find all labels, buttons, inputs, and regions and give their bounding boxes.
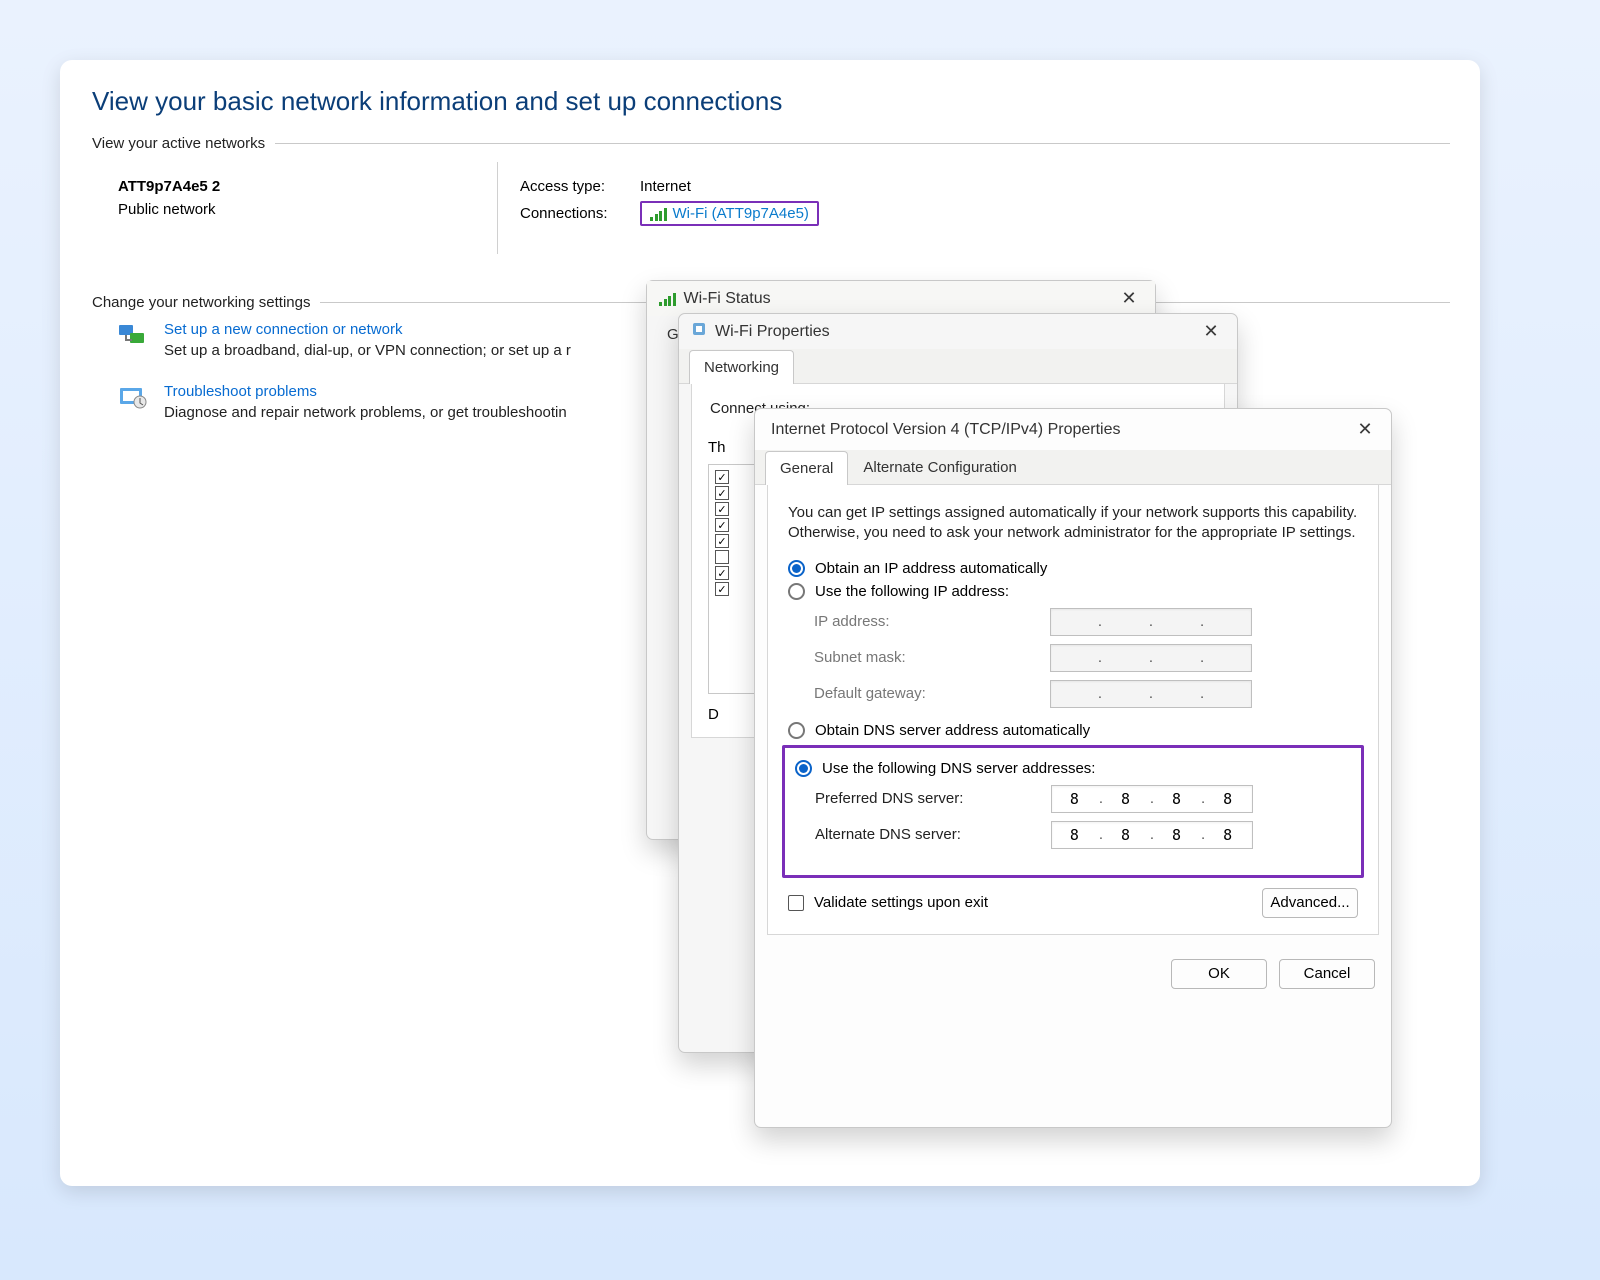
alternate-dns-label: Alternate DNS server: bbox=[815, 826, 1035, 843]
section-change-label: Change your networking settings bbox=[92, 294, 310, 311]
radio-ip-auto[interactable]: Obtain an IP address automatically bbox=[788, 560, 1358, 577]
network-setup-icon bbox=[116, 321, 150, 349]
page-title: View your basic network information and … bbox=[92, 86, 1450, 117]
active-network-left: ATT9p7A4e5 2 Public network bbox=[118, 162, 498, 254]
network-profile: Public network bbox=[118, 201, 497, 218]
radio-icon bbox=[788, 560, 805, 577]
access-type-label: Access type: bbox=[520, 178, 630, 195]
tab-networking[interactable]: Networking bbox=[689, 350, 794, 384]
radio-dns-auto[interactable]: Obtain DNS server address automatically bbox=[788, 722, 1358, 739]
option-troubleshoot-title: Troubleshoot problems bbox=[164, 383, 567, 400]
wifi-signal-icon bbox=[650, 207, 667, 221]
close-icon[interactable]: ✕ bbox=[1345, 419, 1385, 440]
wifi-properties-tabs: Networking bbox=[679, 349, 1237, 384]
radio-dns-manual[interactable]: Use the following DNS server addresses: bbox=[795, 760, 1351, 777]
default-gateway-input: ... bbox=[1050, 680, 1252, 708]
active-network-right: Access type: Internet Connections: Wi-Fi… bbox=[498, 162, 819, 254]
default-gateway-label: Default gateway: bbox=[814, 685, 1034, 702]
section-active-label: View your active networks bbox=[92, 135, 265, 152]
tab-alternate-configuration[interactable]: Alternate Configuration bbox=[848, 450, 1031, 484]
close-icon[interactable]: ✕ bbox=[1109, 288, 1149, 309]
radio-ip-manual-label: Use the following IP address: bbox=[815, 583, 1009, 600]
wifi-signal-icon bbox=[659, 292, 676, 306]
ipv4-properties-title: Internet Protocol Version 4 (TCP/IPv4) P… bbox=[771, 421, 1120, 439]
preferred-dns-input[interactable]: 8. 8. 8. 8 bbox=[1051, 785, 1253, 813]
radio-icon bbox=[795, 760, 812, 777]
troubleshoot-icon bbox=[116, 383, 150, 411]
option-setup-subtitle: Set up a broadband, dial-up, or VPN conn… bbox=[164, 342, 571, 359]
subnet-mask-input: ... bbox=[1050, 644, 1252, 672]
tab-general[interactable]: General bbox=[765, 451, 848, 485]
ok-button[interactable]: OK bbox=[1171, 959, 1267, 989]
ipv4-tabs: General Alternate Configuration bbox=[755, 450, 1391, 485]
radio-ip-manual[interactable]: Use the following IP address: bbox=[788, 583, 1358, 600]
advanced-button[interactable]: Advanced... bbox=[1262, 888, 1358, 918]
network-sharing-center: View your basic network information and … bbox=[60, 60, 1480, 1186]
divider bbox=[275, 143, 1450, 144]
radio-dns-auto-label: Obtain DNS server address automatically bbox=[815, 722, 1090, 739]
radio-ip-auto-label: Obtain an IP address automatically bbox=[815, 560, 1047, 577]
preferred-dns-label: Preferred DNS server: bbox=[815, 790, 1035, 807]
alternate-dns-input[interactable]: 8. 8. 8. 8 bbox=[1051, 821, 1253, 849]
radio-dns-manual-label: Use the following DNS server addresses: bbox=[822, 760, 1095, 777]
ipv4-help-text: You can get IP settings assigned automat… bbox=[788, 503, 1358, 544]
connection-highlight: Wi-Fi (ATT9p7A4e5) bbox=[640, 201, 819, 226]
network-name: ATT9p7A4e5 2 bbox=[118, 178, 497, 195]
connection-link[interactable]: Wi-Fi (ATT9p7A4e5) bbox=[673, 205, 809, 222]
wifi-status-title: Wi-Fi Status bbox=[684, 290, 771, 308]
dns-manual-group-highlight: Use the following DNS server addresses: … bbox=[782, 745, 1364, 878]
access-type-value: Internet bbox=[640, 178, 691, 195]
section-active-networks: View your active networks bbox=[92, 135, 1450, 152]
option-setup-title: Set up a new connection or network bbox=[164, 321, 571, 338]
option-troubleshoot-subtitle: Diagnose and repair network problems, or… bbox=[164, 404, 567, 421]
ip-address-input: ... bbox=[1050, 608, 1252, 636]
close-icon[interactable]: ✕ bbox=[1191, 321, 1231, 342]
ipv4-properties-dialog: Internet Protocol Version 4 (TCP/IPv4) P… bbox=[754, 408, 1392, 1128]
cancel-button[interactable]: Cancel bbox=[1279, 959, 1375, 989]
wifi-status-general-label: G bbox=[667, 326, 679, 343]
subnet-mask-label: Subnet mask: bbox=[814, 649, 1034, 666]
validate-settings-label: Validate settings upon exit bbox=[814, 894, 988, 911]
wifi-properties-title: Wi-Fi Properties bbox=[715, 323, 830, 341]
radio-icon bbox=[788, 583, 805, 600]
radio-icon bbox=[788, 722, 805, 739]
validate-settings-checkbox[interactable]: Validate settings upon exit bbox=[788, 894, 988, 911]
adapter-icon bbox=[691, 321, 707, 342]
ip-address-label: IP address: bbox=[814, 613, 1034, 630]
connections-label: Connections: bbox=[520, 205, 630, 222]
checkbox-icon bbox=[788, 895, 804, 911]
active-network-panel: ATT9p7A4e5 2 Public network Access type:… bbox=[118, 162, 1450, 254]
